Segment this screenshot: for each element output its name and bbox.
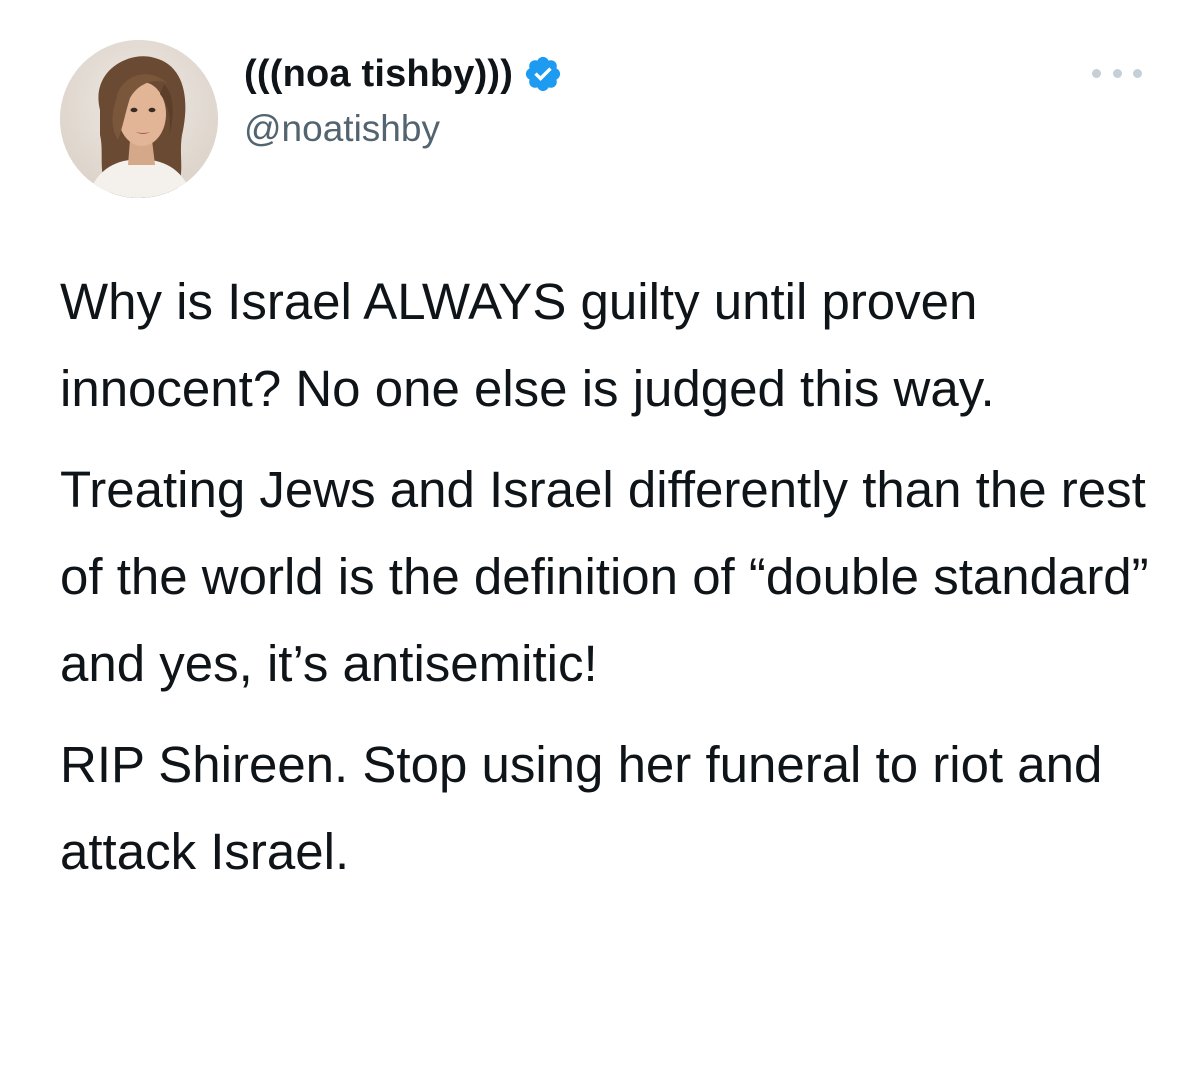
- author-display-name[interactable]: (((noa tishby))): [244, 53, 513, 96]
- more-dot: [1112, 68, 1122, 78]
- tweet-text: Why is Israel ALWAYS guilty until proven…: [60, 258, 1160, 909]
- tweet-paragraph: Why is Israel ALWAYS guilty until proven…: [60, 273, 995, 417]
- author-avatar[interactable]: [60, 40, 218, 198]
- tweet-paragraph: Treating Jews and Israel differently tha…: [60, 461, 1149, 692]
- author-name-row[interactable]: (((noa tishby))): [244, 52, 563, 96]
- verified-badge-icon: [523, 54, 563, 94]
- tweet-paragraph: RIP Shireen. Stop using her funeral to r…: [60, 736, 1103, 880]
- tweet-card: (((noa tishby))) @noatishby Why is Israe…: [0, 0, 1200, 1075]
- more-dot: [1092, 68, 1101, 78]
- avatar-photo-icon: [60, 40, 218, 198]
- author-handle[interactable]: @noatishby: [244, 108, 440, 150]
- more-dot: [1133, 68, 1142, 78]
- more-options-button[interactable]: [1092, 60, 1142, 86]
